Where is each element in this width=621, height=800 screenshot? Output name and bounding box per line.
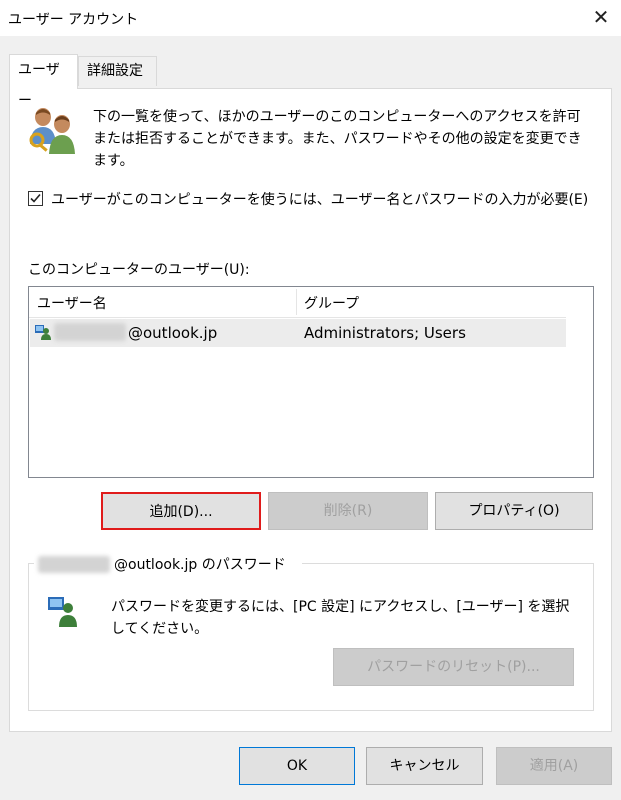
users-icon xyxy=(26,104,78,156)
column-header-group[interactable]: グループ xyxy=(304,293,359,313)
tab-advanced[interactable]: 詳細設定 xyxy=(78,56,157,86)
intro-text: 下の一覧を使って、ほかのユーザーのこのコンピューターへのアクセスを許可または拒否… xyxy=(93,109,582,169)
add-button[interactable]: 追加(D)... xyxy=(101,492,261,530)
user-key-icon xyxy=(46,594,80,628)
row-username: @outlook.jp xyxy=(128,324,218,342)
row-group: Administrators; Users xyxy=(304,324,466,342)
user-icon xyxy=(34,323,52,341)
require-login-checkbox[interactable] xyxy=(28,191,43,206)
apply-button[interactable]: 適用(A) xyxy=(496,747,612,785)
column-divider[interactable] xyxy=(296,289,297,315)
require-login-label[interactable]: ユーザーがこのコンピューターを使うには、ユーザー名とパスワードの入力が必要(E) xyxy=(51,189,588,209)
cancel-button[interactable]: キャンセル xyxy=(366,747,483,785)
tab-users[interactable]: ユーザー xyxy=(9,54,78,109)
window-title: ユーザー アカウント xyxy=(8,12,139,28)
ok-button[interactable]: OK xyxy=(239,747,355,785)
close-icon[interactable]: ✕ xyxy=(590,5,612,29)
remove-button[interactable]: 削除(R) xyxy=(268,492,428,530)
blurred-username xyxy=(38,556,110,573)
reset-password-button[interactable]: パスワードのリセット(P)... xyxy=(333,648,574,686)
users-list-label: このコンピューターのユーザー(U): xyxy=(28,262,250,278)
column-header-username[interactable]: ユーザー名 xyxy=(37,293,107,313)
blurred-username xyxy=(54,323,126,341)
password-group-title: @outlook.jp のパスワード xyxy=(114,554,290,574)
list-header xyxy=(29,287,566,318)
properties-button[interactable]: プロパティ(O) xyxy=(435,492,593,530)
password-info-text: パスワードを変更するには、[PC 設定] にアクセスし、[ユーザー] を選択して… xyxy=(111,599,570,637)
